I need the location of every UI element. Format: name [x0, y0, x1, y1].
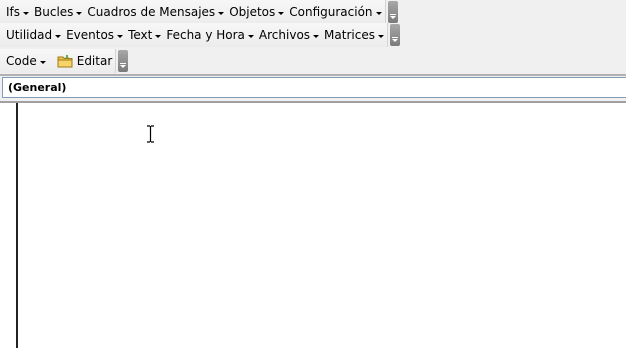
toolbar-2-overflow-button[interactable] [389, 24, 400, 46]
menu-item-label: Cuadros de Mensajes [87, 5, 216, 19]
edit-button[interactable]: Editar [49, 50, 116, 72]
menu-item[interactable]: Text [126, 24, 164, 46]
chevron-down-icon [155, 34, 162, 38]
chevron-down-icon [55, 34, 62, 38]
menu-item-label: Configuración [289, 5, 373, 19]
text-cursor-icon [147, 125, 154, 143]
chevron-down-icon [278, 11, 285, 15]
toolbar-3-overflow-button[interactable] [118, 50, 129, 72]
code-editor[interactable] [0, 101, 626, 348]
chevron-down-icon [218, 11, 225, 15]
menu-item[interactable]: Matrices [322, 24, 387, 46]
toolbar-2: Utilidad Eventos Text Fecha y Hora Archivos M… [0, 23, 388, 47]
toolbar-1-overflow-button[interactable] [387, 1, 398, 23]
object-combo-box[interactable]: (General) [2, 77, 626, 98]
menu-item[interactable]: Fecha y Hora [164, 24, 257, 46]
menu-code[interactable]: Code [4, 50, 49, 72]
toolbar-row-2: Utilidad Eventos Text Fecha y Hora Archivos M… [0, 23, 400, 47]
edit-button-label: Editar [76, 54, 113, 68]
menu-item-label: Fecha y Hora [166, 28, 245, 42]
menu-item-label: Archivos [258, 28, 311, 42]
chevron-down-icon [76, 11, 83, 15]
menu-item-label: Text [128, 28, 153, 42]
menu-item[interactable]: Utilidad [4, 24, 64, 46]
toolbar-3: Code Editar [0, 49, 117, 73]
menu-item[interactable]: Bucles [32, 1, 85, 23]
menu-item-label: Matrices [324, 28, 375, 42]
object-combo-value: (General) [8, 81, 67, 94]
menu-item-label: Ifs [6, 5, 21, 19]
menu-item-label: Eventos [66, 28, 115, 42]
chevron-down-icon [117, 34, 124, 38]
chevron-down-icon [375, 11, 382, 15]
toolbar-1: Ifs Bucles Cuadros de Mensajes Objetos Confi… [0, 0, 386, 24]
chevron-down-icon [247, 34, 254, 38]
menu-item[interactable]: Cuadros de Mensajes [85, 1, 227, 23]
chevron-down-icon [377, 34, 384, 38]
menu-item[interactable]: Ifs [4, 1, 32, 23]
folder-icon [57, 55, 73, 68]
toolbar-divider [0, 74, 626, 76]
menu-item[interactable]: Eventos [64, 24, 126, 46]
menu-item-label: Utilidad [6, 28, 53, 42]
menu-item[interactable]: Archivos [257, 24, 322, 46]
menu-item[interactable]: Configuración [287, 1, 384, 23]
menu-item-label: Bucles [34, 5, 74, 19]
menu-code-label: Code [6, 54, 37, 68]
chevron-down-icon [313, 34, 320, 38]
menu-item[interactable]: Objetos [227, 1, 287, 23]
editor-margin[interactable] [0, 103, 16, 348]
menu-item-label: Objetos [229, 5, 276, 19]
toolbar-row-1: Ifs Bucles Cuadros de Mensajes Objetos Confi… [0, 0, 398, 24]
chevron-down-icon [23, 11, 30, 15]
chevron-down-icon [39, 60, 46, 64]
editor-margin-line [16, 103, 18, 348]
toolbar-row-3: Code Editar [0, 49, 129, 73]
